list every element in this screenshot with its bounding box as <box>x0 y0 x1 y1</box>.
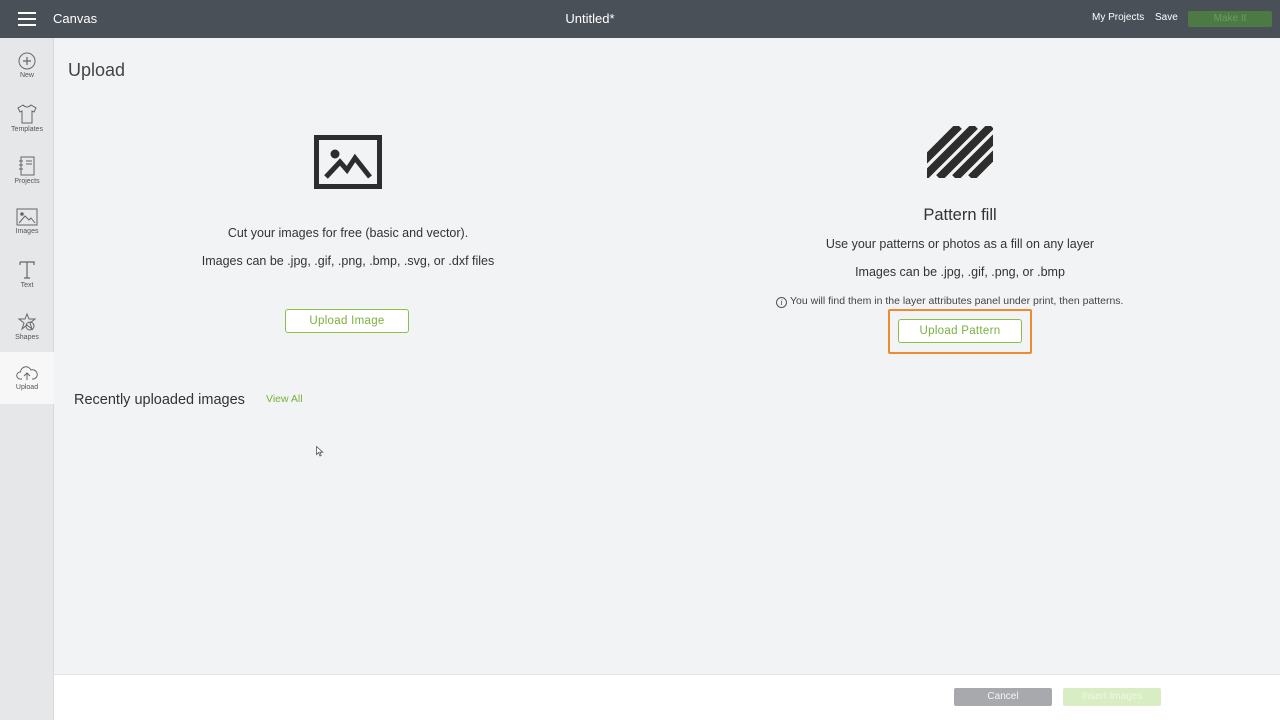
image-upload-description: Cut your images for free (basic and vect… <box>227 226 469 240</box>
sidebar-item-label: Templates <box>11 126 43 133</box>
notebook-icon <box>19 156 35 176</box>
save-link[interactable]: Save <box>1155 12 1178 23</box>
tshirt-icon <box>17 104 37 124</box>
sidebar-item-projects[interactable]: Projects <box>0 144 54 196</box>
sidebar-item-shapes[interactable]: Shapes <box>0 300 54 352</box>
plus-circle-icon <box>18 52 36 70</box>
sidebar-item-new[interactable]: New <box>0 40 54 92</box>
info-icon: i <box>776 297 787 308</box>
sidebar-item-templates[interactable]: Templates <box>0 92 54 144</box>
large-image-icon <box>314 135 382 189</box>
page-title: Upload <box>68 60 126 80</box>
sidebar-item-label: Shapes <box>15 334 39 341</box>
sidebar-item-label: Images <box>15 228 39 235</box>
view-all-link[interactable]: View All <box>266 393 303 405</box>
document-title: Untitled* <box>565 11 615 26</box>
sidebar-item-label: Upload <box>15 384 39 391</box>
left-sidebar: New Templates Projects Images Text Shape… <box>0 38 54 720</box>
pattern-fill-description: Use your patterns or photos as a fill on… <box>825 237 1095 251</box>
upload-pattern-button[interactable]: Upload Pattern <box>898 319 1022 343</box>
shapes-icon <box>17 312 37 331</box>
sidebar-item-upload[interactable]: Upload <box>0 352 54 404</box>
cloud-upload-icon <box>16 366 38 380</box>
pattern-stripes-icon <box>927 126 993 178</box>
sidebar-item-label: Projects <box>14 178 40 185</box>
sidebar-item-images[interactable]: Images <box>0 196 54 248</box>
pattern-fill-title: Pattern fill <box>923 206 997 224</box>
cancel-button[interactable]: Cancel <box>954 688 1052 706</box>
my-projects-link[interactable]: My Projects <box>1092 12 1144 23</box>
text-icon <box>19 261 35 279</box>
make-it-button[interactable]: Make It <box>1188 11 1272 27</box>
image-upload-panel: Cut your images for free (basic and vect… <box>120 130 576 268</box>
image-upload-formats: Images can be .jpg, .gif, .png, .bmp, .s… <box>201 254 495 268</box>
mouse-cursor-icon <box>316 446 324 457</box>
pattern-note-text: You will find them in the layer attribut… <box>790 295 1124 307</box>
sidebar-item-label: New <box>19 72 34 79</box>
image-icon <box>16 208 38 226</box>
pattern-fill-note: i You will find them in the layer attribu… <box>776 295 1123 308</box>
recently-uploaded-title: Recently uploaded images <box>74 392 245 408</box>
top-bar: Canvas Untitled* My Projects Save Make I… <box>0 0 1280 38</box>
sidebar-item-label: Text <box>20 282 34 289</box>
pattern-fill-formats: Images can be .jpg, .gif, .png, or .bmp <box>855 265 1065 279</box>
upload-image-button[interactable]: Upload Image <box>285 309 409 333</box>
sidebar-item-text[interactable]: Text <box>0 248 54 300</box>
insert-images-button[interactable]: Insert Images <box>1063 688 1161 706</box>
